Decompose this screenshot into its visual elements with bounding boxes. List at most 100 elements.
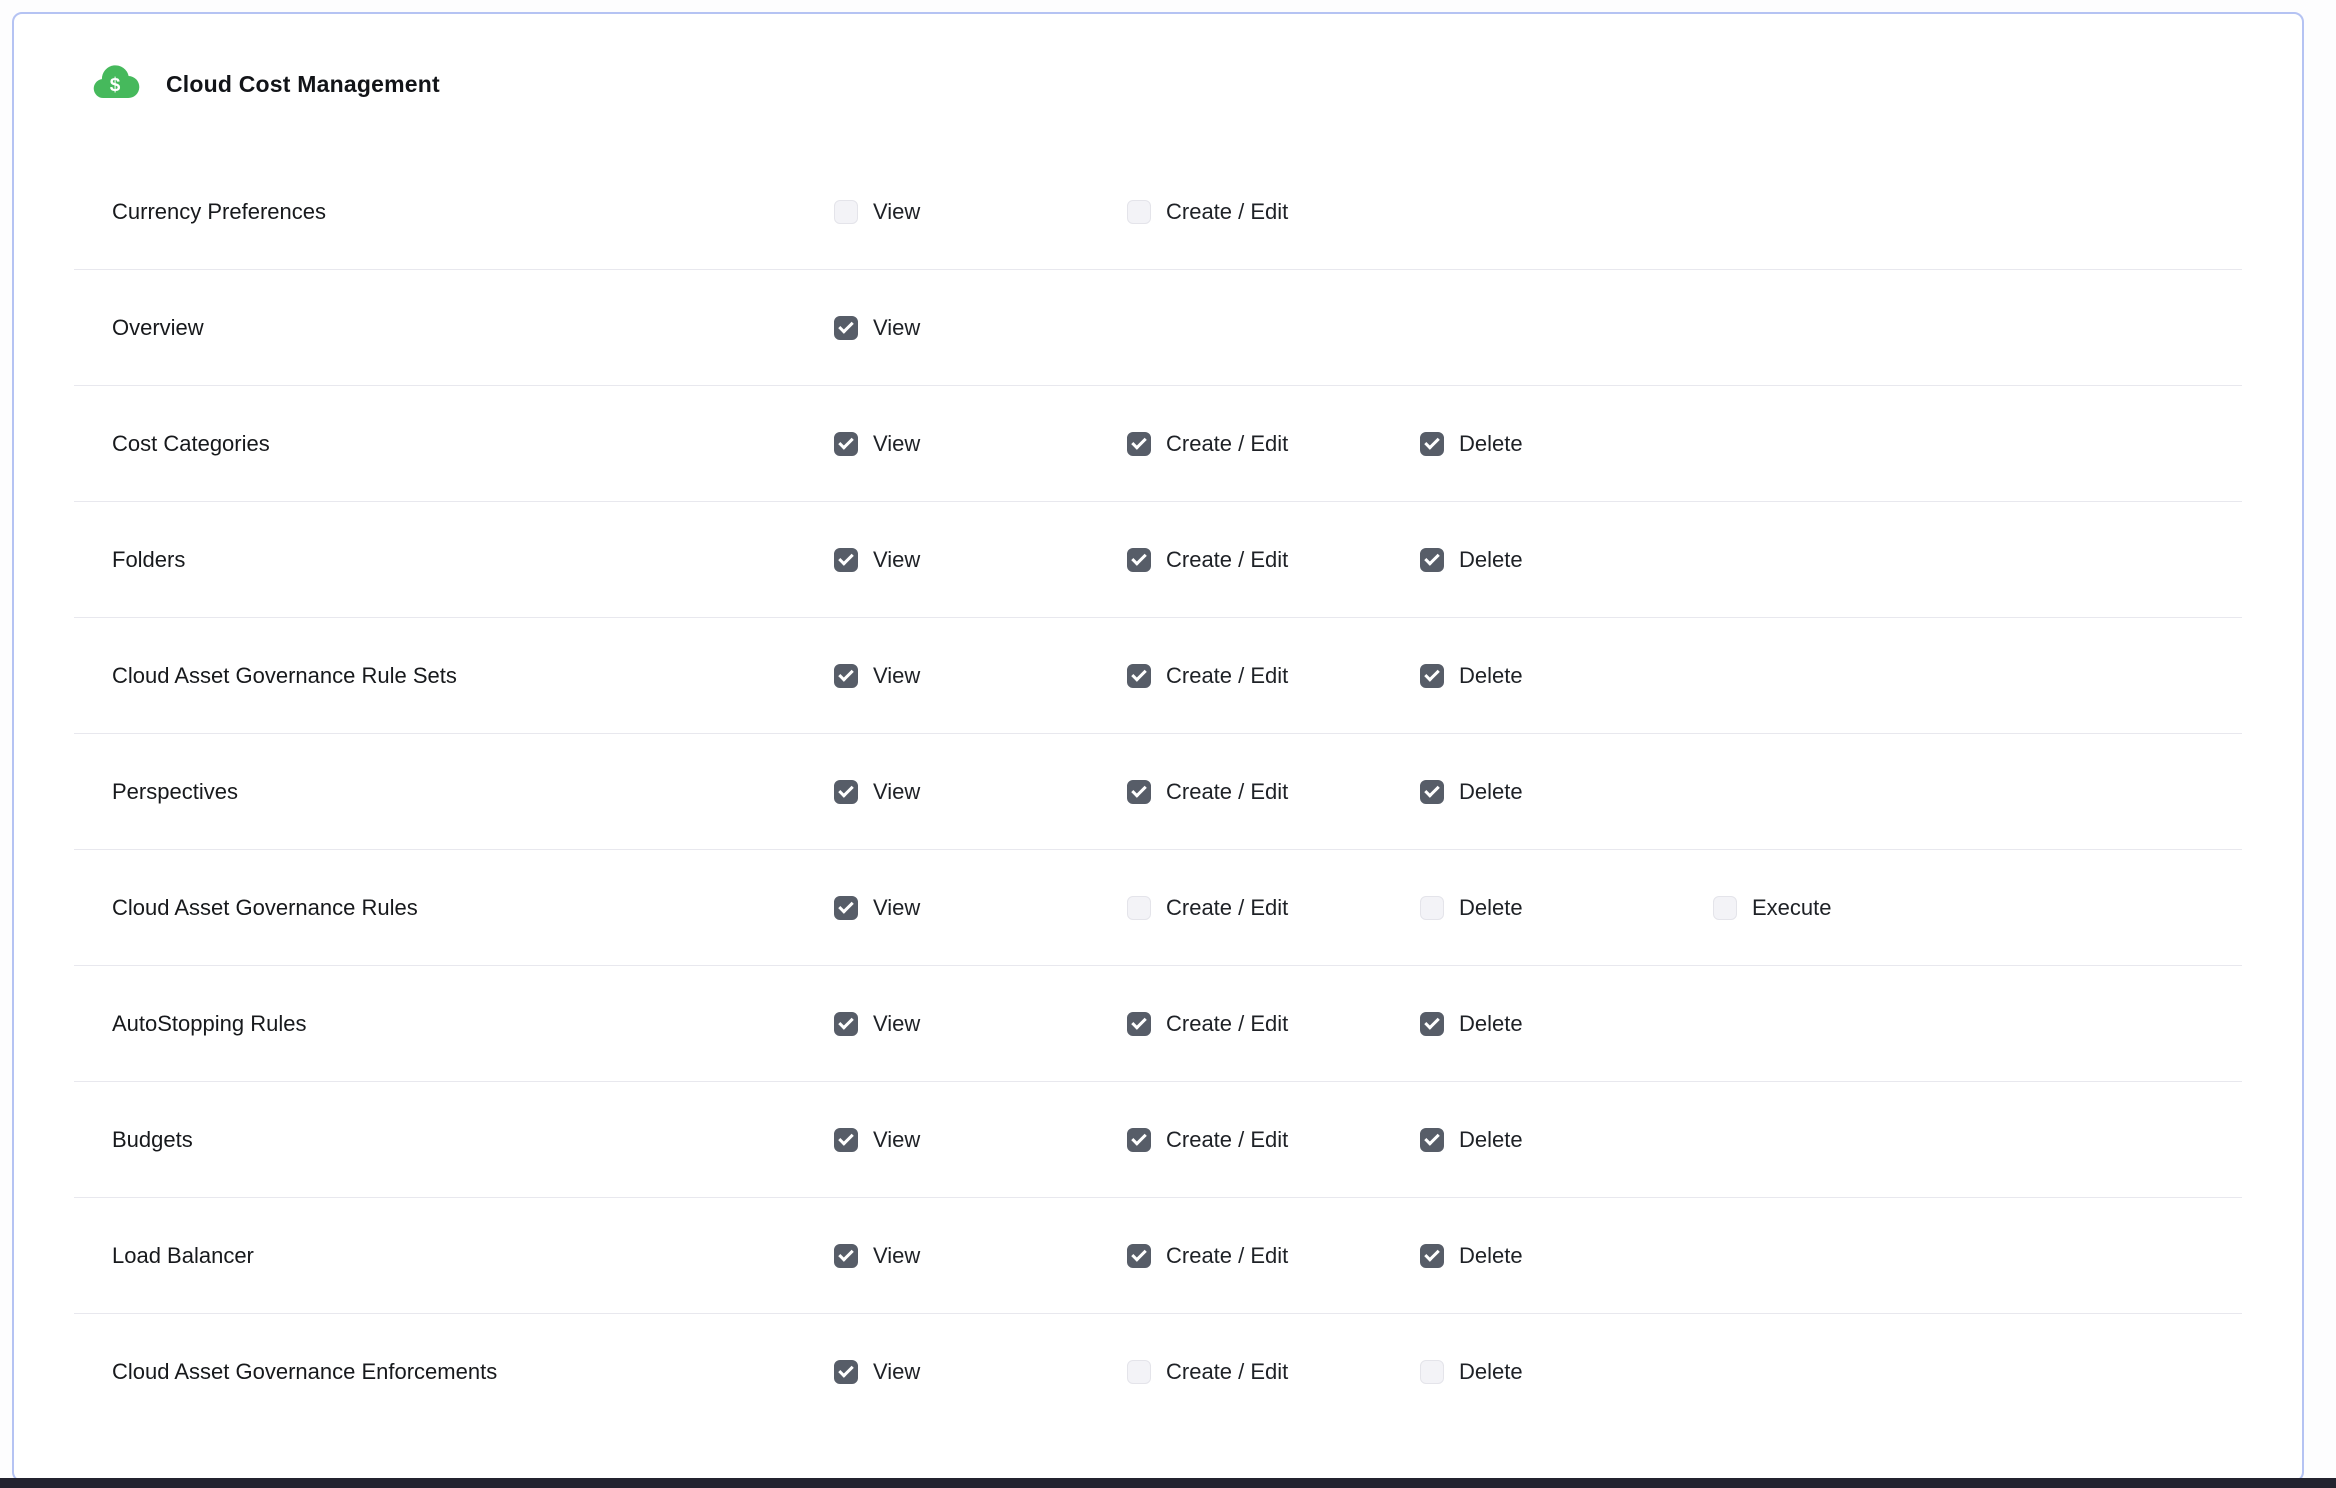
permission-row: Cloud Asset Governance Enforcements View… (74, 1314, 2242, 1430)
checkbox-unchecked[interactable] (834, 200, 858, 224)
checkbox-checked[interactable] (1127, 1244, 1151, 1268)
checkbox-checked[interactable] (1420, 1012, 1444, 1036)
permission-label: Delete (1459, 547, 1523, 573)
permission-row: Budgets View Create / EditDelete (74, 1082, 2242, 1198)
permission-row: Load Balancer ViewCreate / EditDelete (74, 1198, 2242, 1314)
permission-cell: Execute (1713, 895, 2006, 921)
permission-cell: View (834, 431, 1127, 457)
permission-label: Create / Edit (1166, 663, 1288, 689)
permission-label: View (873, 315, 920, 341)
permission-cell: View (834, 315, 1127, 341)
permission-cell: Create / Edit (1127, 895, 1420, 921)
checkbox-unchecked[interactable] (1713, 896, 1737, 920)
checkbox-checked[interactable] (834, 316, 858, 340)
permission-cell: View (834, 1359, 1127, 1385)
permission-cell: Create / Edit (1127, 663, 1420, 689)
checkbox-checked[interactable] (1127, 1128, 1151, 1152)
checkbox-checked[interactable] (1127, 664, 1151, 688)
module-title: Cloud Cost Management (166, 71, 440, 98)
permission-cell: View (834, 895, 1127, 921)
checkbox-checked[interactable] (1127, 1012, 1151, 1036)
checkbox-checked[interactable] (834, 1244, 858, 1268)
permission-label: View (873, 1127, 920, 1153)
permission-cell: Delete (1420, 779, 1713, 805)
checkbox-unchecked[interactable] (1127, 200, 1151, 224)
cloud-dollar-icon: $ (90, 63, 140, 105)
permission-cells: View Create / Edit Delete (834, 1243, 1713, 1269)
checkbox-checked[interactable] (1127, 548, 1151, 572)
checkbox-checked[interactable] (834, 548, 858, 572)
permission-cell: View (834, 1011, 1127, 1037)
page: $ Cloud Cost Management Currency Prefere… (0, 0, 2336, 1488)
row-label: Budgets (74, 1127, 834, 1153)
row-label: Cost Categories (74, 431, 834, 457)
checkbox-unchecked[interactable] (1420, 1360, 1444, 1384)
permission-cell: Delete (1420, 1011, 1713, 1037)
permission-row: Overview View (74, 270, 2242, 386)
checkbox-checked[interactable] (834, 664, 858, 688)
permission-cells: ViewCreate / EditDelete (834, 1011, 1713, 1037)
checkbox-checked[interactable] (1127, 432, 1151, 456)
permission-label: Delete (1459, 663, 1523, 689)
checkbox-checked[interactable] (1420, 780, 1444, 804)
permission-row: Perspectives View Create / Edit Delete (74, 734, 2242, 850)
permission-cell: View (834, 663, 1127, 689)
permission-cell: Delete (1420, 1243, 1713, 1269)
permission-label: Delete (1459, 1359, 1523, 1385)
checkbox-checked[interactable] (834, 1012, 858, 1036)
permission-cell: View (834, 1127, 1127, 1153)
row-label: Overview (74, 315, 834, 341)
checkbox-checked[interactable] (1420, 432, 1444, 456)
permission-cells: View Create / Edit Delete (834, 663, 1713, 689)
row-label: Cloud Asset Governance Rules (74, 895, 834, 921)
checkbox-checked[interactable] (1420, 664, 1444, 688)
permission-row: Folders ViewCreate / EditDelete (74, 502, 2242, 618)
permission-row: Cost Categories View Create / Edit Delete (74, 386, 2242, 502)
checkbox-checked[interactable] (834, 780, 858, 804)
checkbox-checked[interactable] (834, 1128, 858, 1152)
row-label: Folders (74, 547, 834, 573)
permission-label: Delete (1459, 1243, 1523, 1269)
permission-cell: Delete (1420, 431, 1713, 457)
permission-label: Create / Edit (1166, 1243, 1288, 1269)
permission-label: View (873, 199, 920, 225)
permission-label: View (873, 1011, 920, 1037)
checkbox-checked[interactable] (834, 432, 858, 456)
permission-cells: View Create / EditDelete (834, 1127, 1713, 1153)
permission-row: Cloud Asset Governance Rules View Create … (74, 850, 2242, 966)
checkbox-unchecked[interactable] (1420, 896, 1444, 920)
permission-label: Create / Edit (1166, 895, 1288, 921)
permission-cell: Create / Edit (1127, 1243, 1420, 1269)
checkbox-checked[interactable] (1127, 780, 1151, 804)
checkbox-unchecked[interactable] (1127, 1360, 1151, 1384)
permission-label: View (873, 779, 920, 805)
permission-label: Delete (1459, 1011, 1523, 1037)
permission-cells: View Create / Edit Delete (834, 431, 1713, 457)
permission-label: View (873, 895, 920, 921)
permission-cells: ViewCreate / Edit (834, 199, 1420, 225)
permission-cell: Create / Edit (1127, 779, 1420, 805)
row-label: Perspectives (74, 779, 834, 805)
bottom-edge-bar (0, 1478, 2336, 1488)
permission-label: View (873, 431, 920, 457)
permission-label: Create / Edit (1166, 431, 1288, 457)
checkbox-checked[interactable] (834, 896, 858, 920)
permission-label: Delete (1459, 779, 1523, 805)
permission-cell: Create / Edit (1127, 1359, 1420, 1385)
checkbox-checked[interactable] (1420, 548, 1444, 572)
permission-cell: Delete (1420, 1359, 1713, 1385)
permission-label: View (873, 1243, 920, 1269)
checkbox-checked[interactable] (1420, 1128, 1444, 1152)
permission-cell: View (834, 199, 1127, 225)
permission-cell: Create / Edit (1127, 547, 1420, 573)
checkbox-checked[interactable] (1420, 1244, 1444, 1268)
permission-cell: View (834, 779, 1127, 805)
permission-cells: View Create / Edit Delete (834, 779, 1713, 805)
permission-cells: ViewCreate / Edit Delete (834, 1359, 1713, 1385)
permission-cell: Delete (1420, 1127, 1713, 1153)
permission-cell: Create / Edit (1127, 1127, 1420, 1153)
checkbox-checked[interactable] (834, 1360, 858, 1384)
svg-text:$: $ (110, 75, 121, 96)
checkbox-unchecked[interactable] (1127, 896, 1151, 920)
permission-label: Delete (1459, 431, 1523, 457)
